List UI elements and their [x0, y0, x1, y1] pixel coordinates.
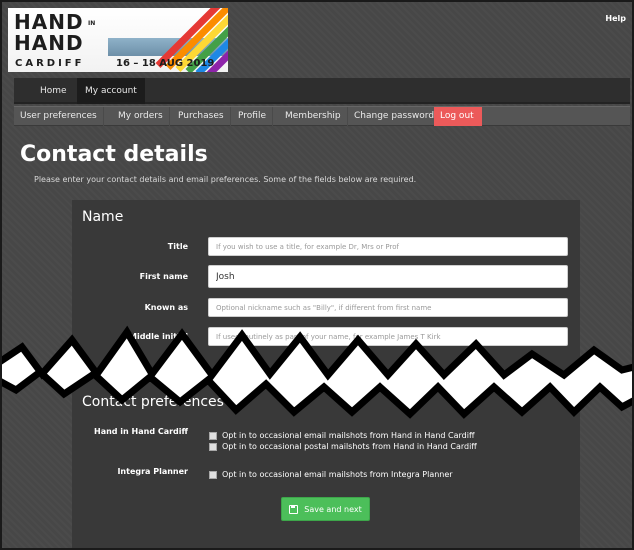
first-name-label: First name [139, 272, 188, 281]
middle-initial-input[interactable] [208, 327, 568, 346]
logo-word-in: IN [88, 20, 96, 27]
middle-initial-label: Middle initial [129, 332, 188, 341]
hand-in-hand-cardiff-label: Hand in Hand Cardiff [94, 427, 188, 436]
log-out-button[interactable]: Log out [434, 107, 482, 126]
logo-word-hand-2: HAND [14, 31, 84, 55]
save-and-next-button[interactable]: Save and next [281, 497, 370, 521]
account-nav-change-password[interactable]: Change password [348, 107, 442, 126]
email-optin-integra-checkbox[interactable] [209, 470, 217, 479]
nav-item-home[interactable]: Home [32, 78, 75, 104]
email-optin-hand-in-hand-row[interactable]: Opt in to occasional email mailshots fro… [209, 430, 474, 441]
intro-text: Please enter your contact details and em… [34, 175, 417, 184]
postal-optin-hand-in-hand-label: Opt in to occasional postal mailshots fr… [222, 442, 477, 451]
save-and-next-label: Save and next [304, 504, 362, 514]
floppy-disk-icon [289, 504, 299, 514]
email-optin-hand-in-hand-label: Opt in to occasional email mailshots fro… [222, 431, 475, 440]
account-nav-my-orders[interactable]: My orders [112, 107, 170, 126]
section-title-contact-preferences: Contact preferences [82, 394, 224, 410]
title-label: Title [167, 242, 188, 251]
section-title-name: Name [82, 209, 124, 225]
known-as-input[interactable] [208, 298, 568, 317]
logo-city: CARDIFF [15, 58, 85, 69]
account-nav: User preferences My orders Purchases Pro… [14, 106, 630, 126]
title-input[interactable] [208, 237, 568, 256]
email-optin-integra-label: Opt in to occasional email mailshots fro… [222, 470, 453, 479]
postal-optin-hand-in-hand-row[interactable]: Opt in to occasional postal mailshots fr… [209, 441, 477, 452]
hand-in-hand-cardiff-logo[interactable]: HAND IN HAND CARDIFF 16 – 18 AUG 2019 [8, 8, 228, 72]
nav-item-my-account[interactable]: My account [77, 78, 145, 104]
help-link[interactable]: Help [605, 14, 626, 23]
main-nav: Home My account [14, 78, 630, 104]
known-as-label: Known as [144, 303, 188, 312]
logo-dates: 16 – 18 AUG 2019 [116, 58, 215, 69]
email-optin-integra-row[interactable]: Opt in to occasional email mailshots fro… [209, 469, 453, 480]
postal-optin-hand-in-hand-checkbox[interactable] [209, 442, 217, 451]
email-optin-hand-in-hand-checkbox[interactable] [209, 431, 217, 440]
page-frame: HAND IN HAND CARDIFF 16 – 18 AUG 2019 He… [0, 0, 634, 550]
first-name-input[interactable] [208, 265, 568, 288]
integra-planner-label: Integra Planner [117, 467, 188, 476]
account-nav-membership[interactable]: Membership [279, 107, 348, 126]
logo-word-hand-1: HAND [14, 10, 84, 34]
account-nav-profile[interactable]: Profile [232, 107, 273, 126]
account-nav-user-preferences[interactable]: User preferences [14, 107, 104, 126]
page-title: Contact details [20, 142, 208, 167]
account-nav-purchases[interactable]: Purchases [172, 107, 231, 126]
